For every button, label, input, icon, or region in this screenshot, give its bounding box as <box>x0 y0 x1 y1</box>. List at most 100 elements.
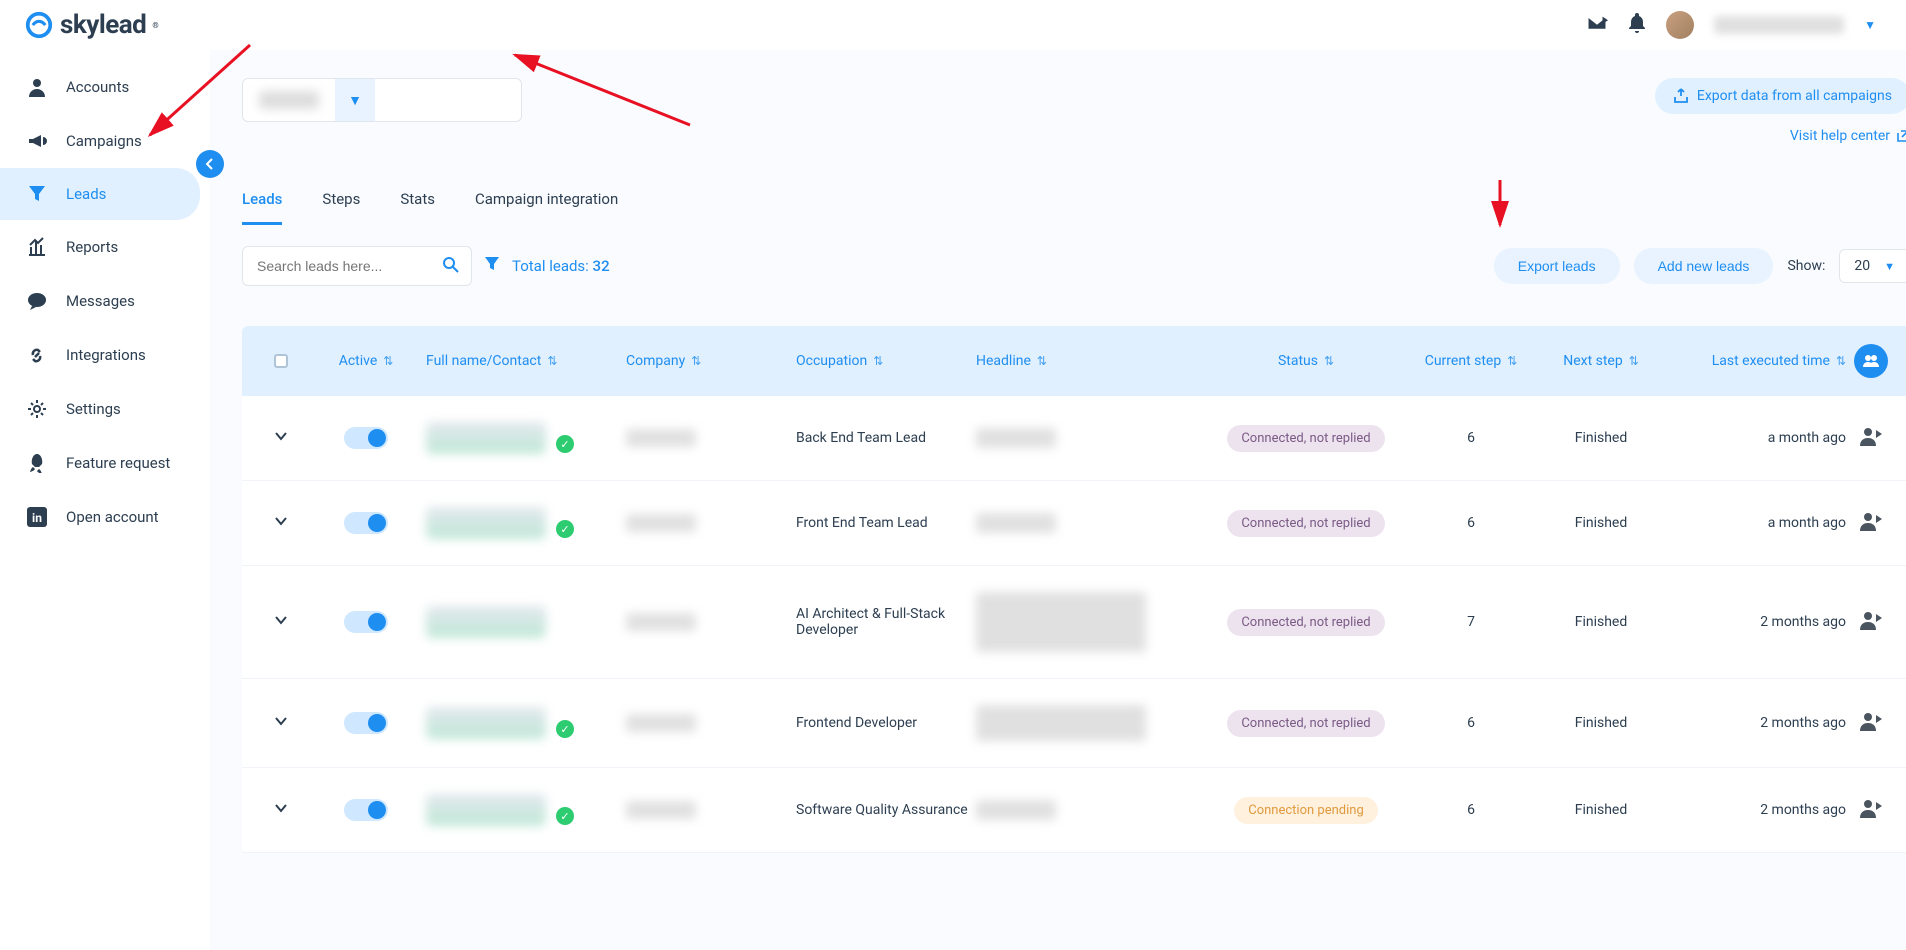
search-box <box>242 246 472 286</box>
external-link-icon <box>1896 129 1906 143</box>
assign-person-icon[interactable] <box>1860 426 1882 450</box>
user-icon <box>26 77 48 97</box>
column-company[interactable]: Company⇅ <box>626 353 796 369</box>
expand-row-icon[interactable] <box>273 800 289 820</box>
sidebar-item-campaigns[interactable]: Campaigns <box>0 114 210 168</box>
lead-name-redacted[interactable]: ✓ <box>426 422 574 454</box>
help-center-link[interactable]: Visit help center <box>1790 128 1906 144</box>
page-size-select[interactable]: 20 ▼ <box>1839 249 1906 283</box>
headline-redacted <box>976 592 1146 652</box>
expand-row-icon[interactable] <box>273 612 289 632</box>
export-all-campaigns-button[interactable]: Export data from all campaigns <box>1655 78 1906 114</box>
sidebar-item-settings[interactable]: Settings <box>0 382 210 436</box>
add-new-leads-button[interactable]: Add new leads <box>1634 248 1774 284</box>
column-occupation[interactable]: Occupation⇅ <box>796 353 976 369</box>
active-toggle[interactable] <box>344 427 388 449</box>
notifications-icon[interactable] <box>1628 13 1646 37</box>
last-executed-cell: a month ago <box>1666 430 1846 446</box>
column-full-name[interactable]: Full name/Contact⇅ <box>426 353 626 369</box>
table-row: ✓ Front End Team Lead Connected, not rep… <box>242 481 1906 566</box>
active-toggle[interactable] <box>344 799 388 821</box>
sidebar: Accounts Campaigns Leads Reports Message… <box>0 50 210 950</box>
lead-name-redacted[interactable] <box>426 606 546 638</box>
sidebar-label: Messages <box>66 292 135 310</box>
sidebar-item-integrations[interactable]: Integrations <box>0 328 210 382</box>
megaphone-icon <box>26 131 48 151</box>
sidebar-collapse-button[interactable] <box>196 150 224 178</box>
current-step-cell: 7 <box>1406 614 1536 630</box>
sort-icon: ⇅ <box>383 354 393 368</box>
company-redacted <box>626 514 696 532</box>
assign-person-icon[interactable] <box>1860 610 1882 634</box>
filter-icon[interactable] <box>484 256 500 276</box>
gear-icon <box>26 399 48 419</box>
search-icon[interactable] <box>442 256 460 278</box>
column-active[interactable]: Active⇅ <box>306 353 426 369</box>
search-input[interactable] <box>242 246 472 286</box>
assign-person-icon[interactable] <box>1860 798 1882 822</box>
sidebar-label: Reports <box>66 238 118 256</box>
sidebar-item-open-account[interactable]: in Open account <box>0 490 210 544</box>
column-last-executed[interactable]: Last executed time⇅ <box>1666 353 1846 369</box>
tab-leads[interactable]: Leads <box>242 190 282 225</box>
sidebar-label: Feature request <box>66 454 170 472</box>
column-next-step[interactable]: Next step⇅ <box>1536 353 1666 369</box>
sidebar-label: Settings <box>66 400 121 418</box>
company-redacted <box>626 714 696 732</box>
header-right: ▼ <box>1586 11 1876 39</box>
company-redacted <box>626 429 696 447</box>
group-icon[interactable] <box>1854 344 1888 378</box>
occupation-cell: AI Architect & Full-Stack Developer <box>796 606 976 638</box>
sidebar-item-messages[interactable]: Messages <box>0 274 210 328</box>
last-executed-cell: 2 months ago <box>1666 614 1846 630</box>
selected-campaign-redacted <box>259 91 319 109</box>
current-step-cell: 6 <box>1406 430 1536 446</box>
export-leads-button[interactable]: Export leads <box>1494 248 1620 284</box>
messages-icon[interactable] <box>1586 14 1608 36</box>
lead-name-redacted[interactable]: ✓ <box>426 794 574 826</box>
tab-campaign-integration[interactable]: Campaign integration <box>475 190 618 225</box>
filter-icon <box>26 185 48 203</box>
active-toggle[interactable] <box>344 512 388 534</box>
chevron-down-icon: ▼ <box>1884 260 1895 273</box>
active-toggle[interactable] <box>344 611 388 633</box>
status-badge: Connected, not replied <box>1227 425 1384 452</box>
verified-badge-icon: ✓ <box>556 520 574 538</box>
user-avatar[interactable] <box>1666 11 1694 39</box>
campaign-dropdown-caret[interactable]: ▼ <box>335 79 375 121</box>
column-status[interactable]: Status⇅ <box>1206 353 1406 369</box>
status-badge: Connection pending <box>1234 797 1378 824</box>
sort-icon: ⇅ <box>873 354 883 368</box>
lead-name-redacted[interactable]: ✓ <box>426 707 574 739</box>
expand-row-icon[interactable] <box>273 713 289 733</box>
table-row: ✓ Back End Team Lead Connected, not repl… <box>242 396 1906 481</box>
expand-row-icon[interactable] <box>273 428 289 448</box>
link-icon <box>26 345 48 365</box>
active-toggle[interactable] <box>344 712 388 734</box>
assign-person-icon[interactable] <box>1860 511 1882 535</box>
user-menu-caret[interactable]: ▼ <box>1864 18 1876 32</box>
campaign-selector[interactable]: ▼ <box>242 78 522 122</box>
headline-redacted <box>976 428 1056 448</box>
tab-steps[interactable]: Steps <box>322 190 360 225</box>
sidebar-item-feature-request[interactable]: Feature request <box>0 436 210 490</box>
verified-badge-icon: ✓ <box>556 435 574 453</box>
headline-redacted <box>976 513 1056 533</box>
brand-logo[interactable]: skylead® <box>24 10 159 40</box>
export-icon <box>1673 88 1689 104</box>
column-actions <box>1846 344 1896 378</box>
lead-name-redacted[interactable]: ✓ <box>426 507 574 539</box>
sidebar-item-leads[interactable]: Leads <box>0 168 200 220</box>
sidebar-item-reports[interactable]: Reports <box>0 220 210 274</box>
column-headline[interactable]: Headline⇅ <box>976 353 1206 369</box>
chart-icon <box>26 237 48 257</box>
column-current-step[interactable]: Current step⇅ <box>1406 353 1536 369</box>
assign-person-icon[interactable] <box>1860 711 1882 735</box>
sidebar-label: Leads <box>66 185 106 203</box>
select-all-checkbox[interactable] <box>256 354 306 368</box>
leads-table: Active⇅ Full name/Contact⇅ Company⇅ Occu… <box>242 326 1906 853</box>
last-executed-cell: a month ago <box>1666 515 1846 531</box>
expand-row-icon[interactable] <box>273 513 289 533</box>
sidebar-item-accounts[interactable]: Accounts <box>0 60 210 114</box>
tab-stats[interactable]: Stats <box>400 190 435 225</box>
